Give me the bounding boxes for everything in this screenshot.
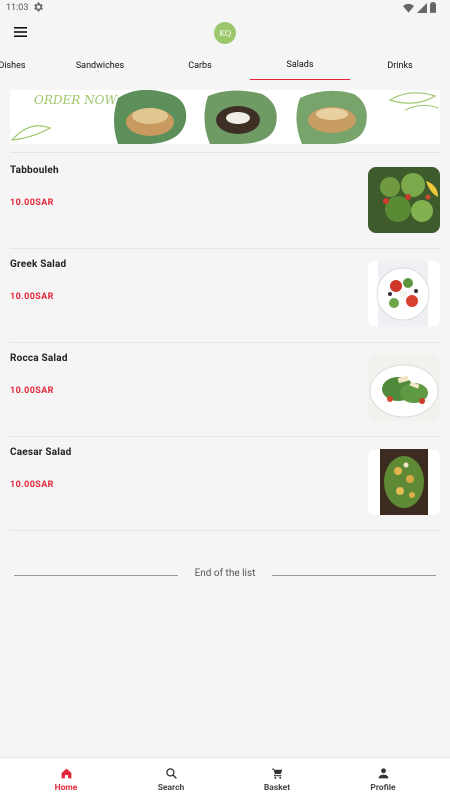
- app-logo: KQ: [214, 22, 236, 44]
- promo-banner[interactable]: ORDER NOW: [10, 90, 440, 144]
- bottom-navigation: Home Search Basket Profile: [0, 757, 450, 801]
- tab-carbs[interactable]: Carbs: [150, 52, 250, 80]
- menu-item-tabbouleh[interactable]: Tabbouleh 10.00SAR: [10, 155, 440, 249]
- status-bar: 11:03: [0, 0, 450, 16]
- item-price: 10.00SAR: [10, 292, 54, 302]
- tab-salads[interactable]: Salads: [250, 52, 350, 80]
- banner-artwork: ORDER NOW: [10, 90, 440, 144]
- nav-label-search: Search: [157, 783, 185, 793]
- wifi-icon: [403, 3, 414, 13]
- divider: [10, 152, 440, 153]
- item-name: Tabbouleh: [10, 165, 59, 176]
- nav-label-basket: Basket: [263, 783, 291, 793]
- item-name: Caesar Salad: [10, 447, 72, 458]
- menu-button[interactable]: [10, 22, 30, 42]
- status-icons: [403, 2, 436, 13]
- menu-list: Tabbouleh 10.00SAR Greek Salad 10.00SAR: [10, 155, 440, 531]
- nav-search[interactable]: Search: [115, 758, 227, 801]
- item-price: 10.00SAR: [10, 480, 54, 490]
- nav-label-profile: Profile: [370, 783, 396, 793]
- tabbouleh-image: [368, 167, 440, 233]
- status-time: 11:03: [6, 3, 29, 13]
- nav-basket[interactable]: Basket: [221, 758, 333, 801]
- banner-headline: ORDER NOW: [34, 93, 118, 107]
- search-icon: [166, 768, 177, 779]
- caesar-salad-image: [368, 449, 440, 515]
- item-name: Greek Salad: [10, 259, 67, 270]
- greek-salad-image: [368, 261, 440, 327]
- hamburger-menu-icon: [13, 27, 27, 37]
- item-name: Rocca Salad: [10, 353, 68, 364]
- settings-gear-icon: [34, 2, 43, 12]
- cart-icon: [272, 768, 283, 779]
- item-price: 10.00SAR: [10, 386, 54, 396]
- signal-icon: [417, 2, 427, 13]
- tab-drinks[interactable]: Drinks: [350, 52, 450, 80]
- menu-item-greek-salad[interactable]: Greek Salad 10.00SAR: [10, 249, 440, 343]
- nav-home[interactable]: Home: [10, 758, 122, 801]
- category-tabs: Dishes Sandwiches Carbs Salads Drinks: [0, 52, 450, 80]
- app-bar: KQ: [0, 16, 450, 50]
- nav-label-home: Home: [54, 783, 78, 793]
- home-icon: [61, 768, 72, 779]
- tab-sandwiches[interactable]: Sandwiches: [50, 52, 150, 80]
- item-price: 10.00SAR: [10, 198, 54, 208]
- end-of-list-text: End of the list: [182, 568, 268, 579]
- nav-profile[interactable]: Profile: [327, 758, 439, 801]
- menu-item-rocca-salad[interactable]: Rocca Salad 10.00SAR: [10, 343, 440, 437]
- battery-icon: [430, 2, 436, 13]
- end-of-list: End of the list: [14, 568, 436, 582]
- person-icon: [378, 768, 389, 779]
- menu-item-caesar-salad[interactable]: Caesar Salad 10.00SAR: [10, 437, 440, 531]
- rocca-salad-image: [368, 355, 440, 421]
